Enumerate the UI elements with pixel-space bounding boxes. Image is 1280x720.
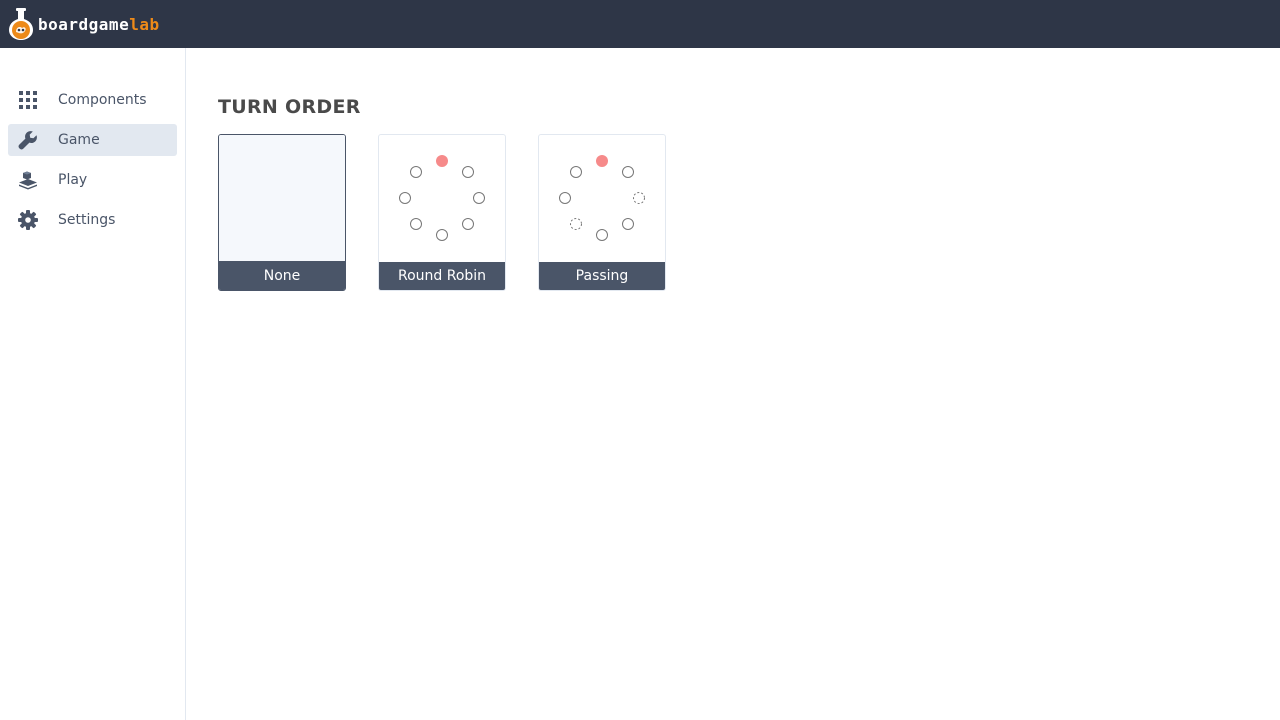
option-label: Passing <box>539 262 665 290</box>
turn-order-option-none[interactable]: None <box>218 134 346 291</box>
logo-text-main: boardgame <box>38 14 130 34</box>
flask-logo-icon <box>9 8 33 40</box>
passing-diagram <box>559 155 645 241</box>
passed-player-marker <box>633 192 645 204</box>
app-logo[interactable]: boardgamelab <box>8 7 160 41</box>
top-bar: boardgamelab <box>0 0 1280 48</box>
sidebar-item-game[interactable]: Game <box>8 124 177 156</box>
round-robin-preview <box>379 135 505 262</box>
sidebar-item-label: Game <box>58 132 100 148</box>
gear-icon <box>18 210 38 230</box>
player-marker <box>436 229 448 241</box>
logo-text: boardgamelab <box>38 15 160 34</box>
none-preview <box>219 135 345 262</box>
sidebar-item-components[interactable]: Components <box>8 84 177 116</box>
turn-order-option-round-robin[interactable]: Round Robin <box>378 134 506 291</box>
passing-preview <box>539 135 665 262</box>
turn-order-option-passing[interactable]: Passing <box>538 134 666 291</box>
player-marker <box>559 192 571 204</box>
player-marker <box>410 218 422 230</box>
sidebar-item-settings[interactable]: Settings <box>8 204 177 236</box>
passed-player-marker <box>570 218 582 230</box>
logo-text-accent: lab <box>129 14 160 34</box>
player-marker <box>622 166 634 178</box>
player-marker <box>596 229 608 241</box>
round-robin-diagram <box>399 155 485 241</box>
sidebar: Components Game Play Settings <box>0 48 186 720</box>
player-marker <box>462 218 474 230</box>
sidebar-item-label: Play <box>58 172 88 188</box>
layers-icon <box>19 171 37 190</box>
sidebar-item-play[interactable]: Play <box>8 164 177 196</box>
player-marker <box>473 192 485 204</box>
page-title: TURN ORDER <box>218 96 361 118</box>
wrench-icon <box>18 131 37 150</box>
option-label: Round Robin <box>379 262 505 290</box>
option-label: None <box>219 261 345 290</box>
player-marker <box>399 192 411 204</box>
player-marker <box>462 166 474 178</box>
player-marker <box>570 166 582 178</box>
grid-icon <box>19 91 37 109</box>
active-player-marker <box>596 155 608 167</box>
player-marker <box>622 218 634 230</box>
active-player-marker <box>436 155 448 167</box>
turn-order-options: None Round Robin Passing <box>218 134 666 291</box>
sidebar-item-label: Settings <box>58 212 116 228</box>
player-marker <box>410 166 422 178</box>
sidebar-item-label: Components <box>58 92 147 108</box>
main-content: TURN ORDER None Round Robin Passing <box>218 96 666 291</box>
